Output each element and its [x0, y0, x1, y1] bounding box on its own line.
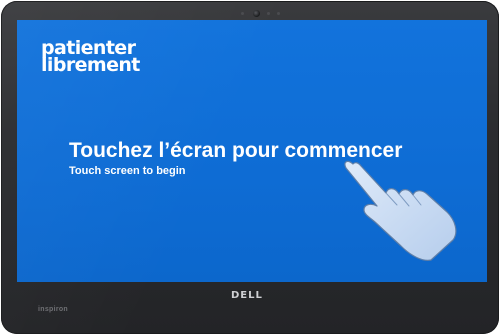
pointing-hand-icon — [344, 160, 457, 261]
camera-indicator — [277, 12, 280, 15]
dell-logo: DELL — [231, 290, 263, 301]
start-prompt-subtitle: Touch screen to begin — [69, 165, 186, 177]
inspiron-label: inspiron — [38, 306, 69, 313]
webcam — [253, 10, 260, 17]
camera-indicator — [267, 12, 270, 15]
all-in-one-monitor: patienter librement Touchez l’écran pour… — [1, 1, 499, 334]
patienter-librement-logo: patienter librement — [41, 39, 140, 76]
camera-indicator — [241, 12, 244, 15]
logo-line-2: librement — [41, 54, 140, 76]
touch-screen[interactable]: patienter librement Touchez l’écran pour… — [17, 20, 487, 282]
